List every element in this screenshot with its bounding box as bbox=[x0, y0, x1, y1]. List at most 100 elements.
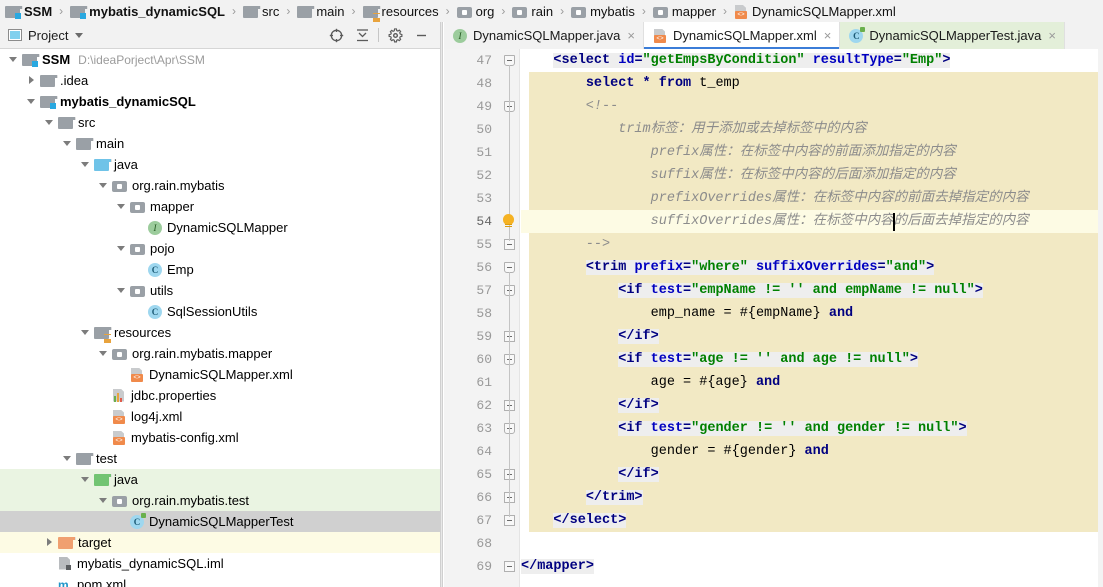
code-line[interactable]: prefixOverrides属性：在标签中内容的前面去掉指定的内容 bbox=[521, 187, 1103, 210]
chevron-down-icon[interactable] bbox=[80, 327, 91, 338]
tree-row[interactable]: org.rain.mybatis.test bbox=[0, 490, 440, 511]
project-tree[interactable]: SSM D:\ideaPorject\Apr\SSM .idea mybatis_dy… bbox=[0, 49, 440, 587]
tree-row[interactable]: <> log4j.xml bbox=[0, 406, 440, 427]
chevron-down-icon[interactable] bbox=[80, 159, 91, 170]
breadcrumb-item-mybatis[interactable]: mybatis bbox=[570, 0, 636, 22]
code-line[interactable]: </if> bbox=[521, 325, 1103, 348]
folder-icon bbox=[297, 4, 316, 19]
editor-gutter[interactable]: 47 48 49 50 51 52 53 54 55 56 57 58 59 60 61 62 63 64 65 66… bbox=[444, 49, 498, 587]
code-line[interactable]: <select id="getEmpsByCondition" resultTy… bbox=[521, 49, 1103, 72]
code-line[interactable]: trim标签：用于添加或去掉标签中的内容 bbox=[521, 118, 1103, 141]
chevron-down-icon[interactable] bbox=[62, 453, 73, 464]
tree-row[interactable]: java bbox=[0, 154, 440, 175]
tree-row[interactable]: mybatis_dynamicSQL bbox=[0, 91, 440, 112]
chevron-down-icon[interactable] bbox=[116, 243, 127, 254]
tool-window-splitter[interactable] bbox=[440, 22, 443, 587]
settings-gear-icon[interactable] bbox=[382, 23, 408, 47]
code-line[interactable]: </if> bbox=[521, 463, 1103, 486]
select-opened-file-icon[interactable] bbox=[323, 23, 349, 47]
project-tool-window-title-group[interactable]: Project bbox=[0, 28, 84, 43]
code-line[interactable]: --> bbox=[521, 233, 1103, 256]
chevron-down-icon[interactable] bbox=[44, 117, 55, 128]
tree-row[interactable]: pojo bbox=[0, 238, 440, 259]
tab-dynamicsqlmapper-java[interactable]: I DynamicSQLMapper.java × bbox=[444, 22, 644, 49]
chevron-down-icon[interactable] bbox=[26, 96, 37, 107]
tree-row[interactable]: <> mybatis-config.xml bbox=[0, 427, 440, 448]
code-line[interactable]: </trim> bbox=[521, 486, 1103, 509]
tab-dynamicsqlmappertest-java[interactable]: C DynamicSQLMapperTest.java × bbox=[840, 22, 1065, 49]
breadcrumb-item-src[interactable]: src bbox=[242, 0, 280, 22]
chevron-down-icon[interactable] bbox=[80, 474, 91, 485]
code-line[interactable]: <if test="empName != '' and empName != n… bbox=[521, 279, 1103, 302]
code-line[interactable]: <if test="gender != '' and gender != nul… bbox=[521, 417, 1103, 440]
chevron-right-icon[interactable] bbox=[44, 537, 55, 548]
code-line[interactable]: suffix属性：在标签中内容的后面添加指定的内容 bbox=[521, 164, 1103, 187]
code-fold-marker[interactable] bbox=[504, 561, 515, 572]
tree-row[interactable]: org.rain.mybatis.mapper bbox=[0, 343, 440, 364]
tree-row[interactable]: test bbox=[0, 448, 440, 469]
code-line[interactable]: <!-- bbox=[521, 95, 1103, 118]
tree-row[interactable]: <> DynamicSQLMapper.xml bbox=[0, 364, 440, 385]
code-line[interactable]: gender = #{gender} and bbox=[521, 440, 1103, 463]
breadcrumb-item-rain[interactable]: rain bbox=[511, 0, 554, 22]
tree-row[interactable]: C Emp bbox=[0, 259, 440, 280]
chevron-down-icon[interactable] bbox=[62, 138, 73, 149]
tree-row[interactable]: target bbox=[0, 532, 440, 553]
tree-row[interactable]: src bbox=[0, 112, 440, 133]
code-line[interactable]: select * from t_emp bbox=[521, 72, 1103, 95]
tree-row[interactable]: main bbox=[0, 133, 440, 154]
code-editor[interactable]: 47 48 49 50 51 52 53 54 55 56 57 58 59 60 61 62 63 64 65 66… bbox=[444, 49, 1103, 587]
code-line[interactable]: </if> bbox=[521, 394, 1103, 417]
code-line[interactable]: age = #{age} and bbox=[521, 371, 1103, 394]
chevron-down-icon[interactable] bbox=[116, 285, 127, 296]
line-number: 68 bbox=[476, 536, 492, 551]
tree-row[interactable]: java bbox=[0, 469, 440, 490]
chevron-down-icon[interactable] bbox=[75, 32, 84, 38]
code-line[interactable]: </select> bbox=[521, 509, 1103, 532]
chevron-down-icon[interactable] bbox=[98, 348, 109, 359]
breadcrumb-item-mapper[interactable]: mapper bbox=[652, 0, 717, 22]
code-line[interactable]: prefix属性：在标签中内容的前面添加指定的内容 bbox=[521, 141, 1103, 164]
tree-row[interactable]: utils bbox=[0, 280, 440, 301]
class-icon: C bbox=[148, 304, 162, 319]
code-line[interactable]: emp_name = #{empName} and bbox=[521, 302, 1103, 325]
breadcrumb-item-mybatis-dynamicsql[interactable]: mybatis_dynamicSQL bbox=[69, 0, 226, 22]
intention-bulb-icon[interactable] bbox=[501, 214, 516, 229]
chevron-right-icon[interactable] bbox=[26, 75, 37, 86]
tree-row[interactable]: .idea bbox=[0, 70, 440, 91]
breadcrumb-item-org[interactable]: org bbox=[456, 0, 496, 22]
tree-row[interactable]: I DynamicSQLMapper bbox=[0, 217, 440, 238]
chevron-down-icon[interactable] bbox=[98, 180, 109, 191]
chevron-down-icon[interactable] bbox=[98, 495, 109, 506]
close-icon[interactable]: × bbox=[1048, 29, 1056, 42]
code-line[interactable] bbox=[521, 532, 1103, 555]
hide-window-icon[interactable] bbox=[408, 23, 434, 47]
tree-row[interactable]: C SqlSessionUtils bbox=[0, 301, 440, 322]
breadcrumb-item-resources[interactable]: resources bbox=[362, 0, 440, 22]
editor-code-area[interactable]: <select id="getEmpsByCondition" resultTy… bbox=[521, 49, 1103, 587]
tab-dynamicsqlmapper-xml[interactable]: <> DynamicSQLMapper.xml × bbox=[644, 22, 841, 49]
breadcrumb-item-main[interactable]: main bbox=[296, 0, 345, 22]
project-tool-window-header: Project bbox=[0, 22, 440, 49]
tree-row[interactable]: C DynamicSQLMapperTest bbox=[0, 511, 440, 532]
close-icon[interactable]: × bbox=[824, 29, 832, 42]
breadcrumb-item-dynamicsqlmapper-xml[interactable]: <> DynamicSQLMapper.xml bbox=[733, 0, 897, 22]
tree-row[interactable]: mapper bbox=[0, 196, 440, 217]
chevron-down-icon[interactable] bbox=[116, 201, 127, 212]
line-number: 54 bbox=[476, 214, 492, 229]
tree-row[interactable]: SSM D:\ideaPorject\Apr\SSM bbox=[0, 49, 440, 70]
code-line[interactable]: </mapper> bbox=[521, 555, 1103, 578]
tree-row[interactable]: resources bbox=[0, 322, 440, 343]
code-line[interactable]: suffixOverrides属性：在标签中内容的后面去掉指定的内容 bbox=[521, 210, 1103, 233]
tree-row[interactable]: mybatis_dynamicSQL.iml bbox=[0, 553, 440, 574]
tree-row[interactable]: jdbc.properties bbox=[0, 385, 440, 406]
close-icon[interactable]: × bbox=[627, 29, 635, 42]
collapse-all-icon[interactable] bbox=[349, 23, 375, 47]
editor-scrollbar-track[interactable] bbox=[1098, 49, 1103, 587]
tree-row[interactable]: org.rain.mybatis bbox=[0, 175, 440, 196]
breadcrumb-item-ssm[interactable]: SSM bbox=[4, 0, 53, 22]
chevron-down-icon[interactable] bbox=[8, 54, 19, 65]
tree-row[interactable]: m pom.xml bbox=[0, 574, 440, 587]
code-line[interactable]: <if test="age != '' and age != null"> bbox=[521, 348, 1103, 371]
code-line[interactable]: <trim prefix="where" suffixOverrides="an… bbox=[521, 256, 1103, 279]
